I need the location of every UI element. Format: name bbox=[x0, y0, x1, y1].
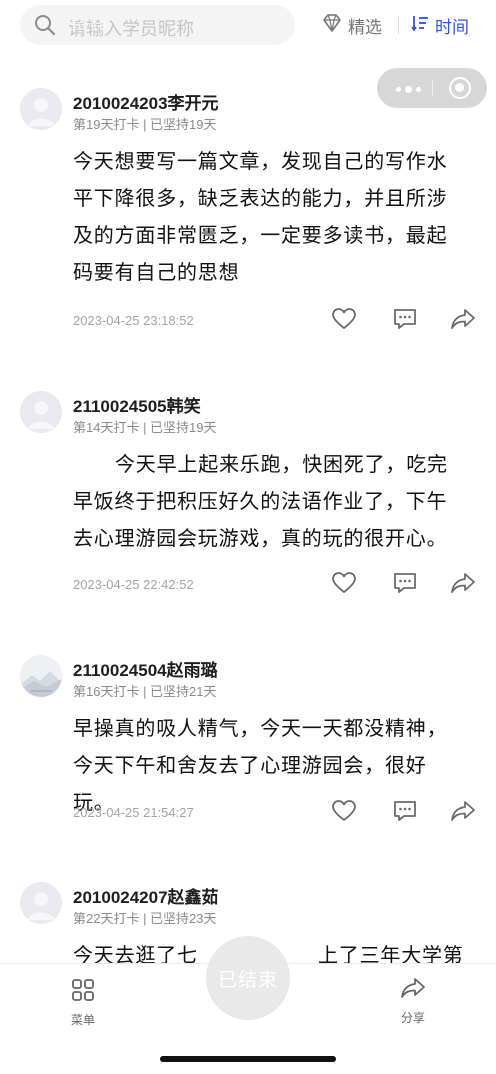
share-arrow-icon bbox=[400, 978, 426, 1004]
post-text: 今天想要写一篇文章，发现自己的写作水平下降很多，缺乏表达的能力，并且所涉及的方面… bbox=[73, 151, 448, 284]
top-bar: 请输入学员昵称 10:18 精选 时间 bbox=[0, 0, 496, 52]
share-arrow-icon[interactable] bbox=[448, 305, 478, 333]
comment-icon[interactable] bbox=[390, 797, 420, 825]
target-close-icon[interactable] bbox=[449, 77, 471, 99]
post-username[interactable]: 2010024203李开元 bbox=[73, 89, 219, 114]
post-text: 今天早上起来乐跑，快困死了，吃完早饭终于把积压好久的法语作业了，下午去心理游园会… bbox=[73, 454, 448, 550]
heart-icon[interactable] bbox=[329, 305, 359, 333]
post-streak: 第19天打卡 | 已坚持19天 bbox=[73, 117, 217, 132]
post-streak: 第14天打卡 | 已坚持19天 bbox=[73, 420, 217, 435]
filter-time-label: 时间 bbox=[435, 18, 469, 37]
share-arrow-icon[interactable] bbox=[448, 569, 478, 597]
search-icon bbox=[34, 14, 56, 41]
avatar[interactable] bbox=[20, 655, 62, 697]
mini-program-capsule bbox=[377, 68, 487, 108]
post-username[interactable]: 2110024504赵雨璐 bbox=[73, 656, 218, 681]
search-input[interactable]: 请输入学员昵称 10:18 bbox=[20, 5, 295, 45]
more-dots-icon[interactable] bbox=[396, 86, 421, 93]
filter-featured-button[interactable]: 精选 bbox=[322, 13, 382, 38]
ended-label: 已结束 bbox=[217, 969, 278, 991]
heart-icon[interactable] bbox=[329, 569, 359, 597]
grid-icon bbox=[71, 979, 95, 1006]
home-indicator[interactable] bbox=[160, 1056, 336, 1062]
filter-divider bbox=[398, 16, 399, 34]
post-timestamp: 2023-04-25 23:18:52 bbox=[73, 313, 194, 328]
avatar[interactable] bbox=[20, 391, 62, 433]
sort-lines-icon bbox=[411, 14, 429, 37]
share-arrow-icon[interactable] bbox=[448, 797, 478, 825]
post-timestamp: 2023-04-25 21:54:27 bbox=[73, 805, 194, 820]
heart-icon[interactable] bbox=[329, 797, 359, 825]
avatar[interactable] bbox=[20, 882, 62, 924]
post-username[interactable]: 2010024207赵鑫茹 bbox=[73, 883, 219, 908]
avatar[interactable] bbox=[20, 88, 62, 130]
menu-label: 菜单 bbox=[70, 1013, 95, 1027]
post-streak: 第22天打卡 | 已坚持23天 bbox=[73, 911, 217, 926]
filter-featured-label: 精选 bbox=[348, 18, 382, 37]
post-streak: 第16天打卡 | 已坚持21天 bbox=[73, 684, 217, 699]
comment-icon[interactable] bbox=[390, 305, 420, 333]
menu-button[interactable]: 菜单 bbox=[60, 978, 106, 1028]
ended-status-button[interactable]: 已结束 bbox=[206, 936, 290, 1020]
filter-time-button[interactable]: 时间 bbox=[411, 13, 469, 38]
share-button[interactable]: 分享 bbox=[390, 976, 436, 1026]
status-clock: 10:18 bbox=[70, 18, 108, 33]
capsule-divider bbox=[432, 80, 433, 96]
diamond-icon bbox=[322, 14, 342, 37]
comment-icon[interactable] bbox=[390, 569, 420, 597]
post-username[interactable]: 2110024505韩笑 bbox=[73, 392, 201, 417]
post-timestamp: 2023-04-25 22:42:52 bbox=[73, 577, 194, 592]
share-label: 分享 bbox=[400, 1011, 425, 1025]
